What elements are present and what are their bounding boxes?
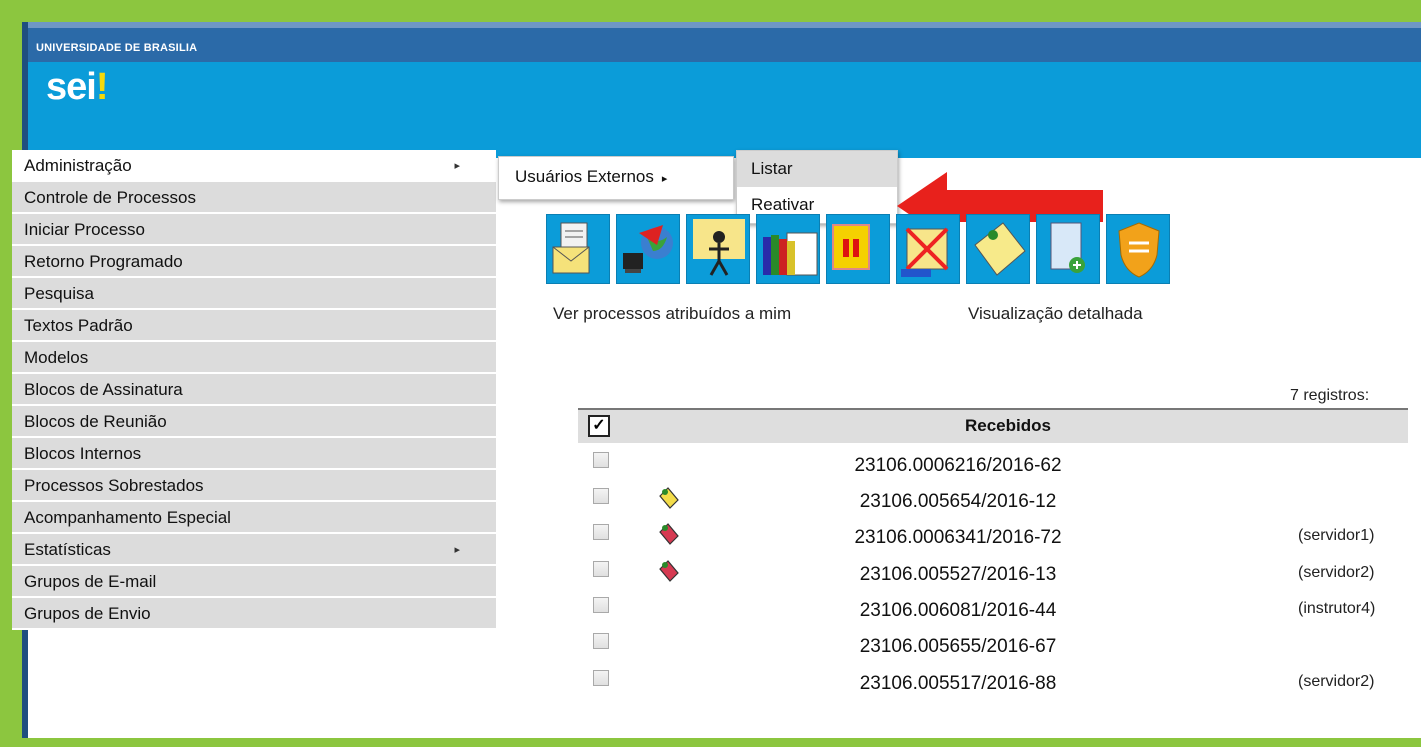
row-checkbox[interactable] [593, 597, 609, 613]
link-assigned-to-me[interactable]: Ver processos atribuídos a mim [553, 304, 791, 324]
books-icon[interactable] [756, 214, 820, 284]
row-checkbox[interactable] [593, 670, 609, 686]
university-name: UNIVERSIDADE DE BRASILIA [36, 42, 198, 54]
table-row: 23106.005654/2016-12 [578, 486, 1408, 524]
menu-item-label: Acompanhamento Especial [24, 508, 231, 527]
menu-item-label: Administração [24, 156, 132, 175]
menu-item-label: Modelos [24, 348, 89, 367]
submenu-actions: Listar Reativar [736, 150, 898, 224]
sei-logo[interactable]: sei! [46, 66, 108, 109]
menu-item-administracao[interactable]: Administração ▸ [12, 150, 496, 182]
menu-item-processos-sobrestados[interactable]: Processos Sobrestados [12, 470, 496, 502]
assigned-user: (servidor2) [1298, 673, 1375, 690]
menu-item-grupos-de-e-mail[interactable]: Grupos de E-mail [12, 566, 496, 598]
table-row: 23106.005527/2016-13 (servidor2) [578, 559, 1408, 597]
table-row: 23106.0006216/2016-62 [578, 452, 1408, 488]
menu-item-label: Iniciar Processo [24, 220, 145, 239]
table-row: 23106.005655/2016-67 [578, 633, 1408, 669]
row-checkbox[interactable] [593, 452, 609, 468]
process-number-link[interactable]: 23106.0006216/2016-62 [778, 455, 1138, 477]
menu-item-label: Textos Padrão [24, 316, 133, 335]
menu-item-label: Estatísticas [24, 540, 111, 559]
row-checkbox[interactable] [593, 633, 609, 649]
menu-item-iniciar-processo[interactable]: Iniciar Processo [12, 214, 496, 246]
red-marker-icon[interactable] [656, 559, 680, 583]
assigned-user: (servidor2) [1298, 564, 1375, 581]
yellow-marker-icon[interactable] [656, 486, 680, 510]
globe-network-icon[interactable] [616, 214, 680, 284]
table-header-title: Recebidos [965, 416, 1051, 435]
menu-item-label: Blocos de Reunião [24, 412, 167, 431]
menu-item-retorno-programado[interactable]: Retorno Programado [12, 246, 496, 278]
notepad-icon[interactable] [966, 214, 1030, 284]
menu-item-label: Controle de Processos [24, 188, 196, 207]
assigned-user: (servidor1) [1298, 527, 1375, 544]
menu-item-blocos-de-reuniao[interactable]: Blocos de Reunião [12, 406, 496, 438]
row-checkbox[interactable] [593, 561, 609, 577]
assigned-user: (instrutor4) [1298, 600, 1376, 617]
menu-item-label: Retorno Programado [24, 252, 183, 271]
menu-item-controle-de-processos[interactable]: Controle de Processos [12, 182, 496, 214]
brand-bar: sei! [28, 62, 1421, 158]
process-number-link[interactable]: 23106.005517/2016-88 [778, 673, 1138, 695]
submenu-arrow-icon: ▸ [454, 160, 460, 172]
menu-item-acompanhamento-especial[interactable]: Acompanhamento Especial [12, 502, 496, 534]
process-number-link[interactable]: 23106.006081/2016-44 [778, 600, 1138, 622]
submenu-arrow-icon: ▸ [661, 173, 668, 185]
table-row: 23106.005517/2016-88 (servidor2) [578, 670, 1408, 706]
menu-item-label: Processos Sobrestados [24, 476, 204, 495]
person-assign-icon[interactable] [686, 214, 750, 284]
menu-item-label: Pesquisa [24, 284, 94, 303]
top-bar: UNIVERSIDADE DE BRASILIA [28, 22, 1421, 62]
menu-option-listar[interactable]: Listar [737, 151, 897, 187]
table-row: 23106.006081/2016-44 (instrutor4) [578, 597, 1408, 633]
process-number-link[interactable]: 23106.005654/2016-12 [778, 491, 1138, 513]
cancel-document-icon[interactable] [896, 214, 960, 284]
shield-icon[interactable] [1106, 214, 1170, 284]
menu-item-label: Grupos de E-mail [24, 572, 157, 591]
menu-item-blocos-internos[interactable]: Blocos Internos [12, 438, 496, 470]
menu-item-pesquisa[interactable]: Pesquisa [12, 278, 496, 310]
table-header: ✓ Recebidos [578, 408, 1408, 443]
row-checkbox[interactable] [593, 488, 609, 504]
main-menu: Administração ▸ Controle de Processos Inici… [12, 150, 496, 630]
menu-item-blocos-de-assinatura[interactable]: Blocos de Assinatura [12, 374, 496, 406]
envelope-document-icon[interactable] [546, 214, 610, 284]
submenu-arrow-icon: ▸ [454, 544, 460, 556]
row-checkbox[interactable] [593, 524, 609, 540]
link-detailed-view[interactable]: Visualização detalhada [968, 304, 1143, 324]
menu-item-label: Grupos de Envio [24, 604, 151, 623]
process-number-link[interactable]: 23106.005655/2016-67 [778, 636, 1138, 658]
menu-item-label: Blocos de Assinatura [24, 380, 183, 399]
process-number-link[interactable]: 23106.0006341/2016-72 [778, 527, 1138, 549]
menu-item-grupos-de-envio[interactable]: Grupos de Envio [12, 598, 496, 630]
table-row: 23106.0006341/2016-72 (servidor1) [578, 522, 1408, 560]
menu-item-label: Blocos Internos [24, 444, 142, 463]
new-document-icon[interactable] [1036, 214, 1100, 284]
record-count: 7 registros: [1290, 387, 1370, 404]
process-number-link[interactable]: 23106.005527/2016-13 [778, 564, 1138, 586]
pause-icon[interactable] [826, 214, 890, 284]
red-marker-icon[interactable] [656, 522, 680, 546]
menu-item-estatisticas[interactable]: Estatísticas ▸ [12, 534, 496, 566]
menu-item-modelos[interactable]: Modelos [12, 342, 496, 374]
menu-item-textos-padrao[interactable]: Textos Padrão [12, 310, 496, 342]
submenu-usuarios-externos[interactable]: Usuários Externos ▸ [498, 156, 734, 200]
